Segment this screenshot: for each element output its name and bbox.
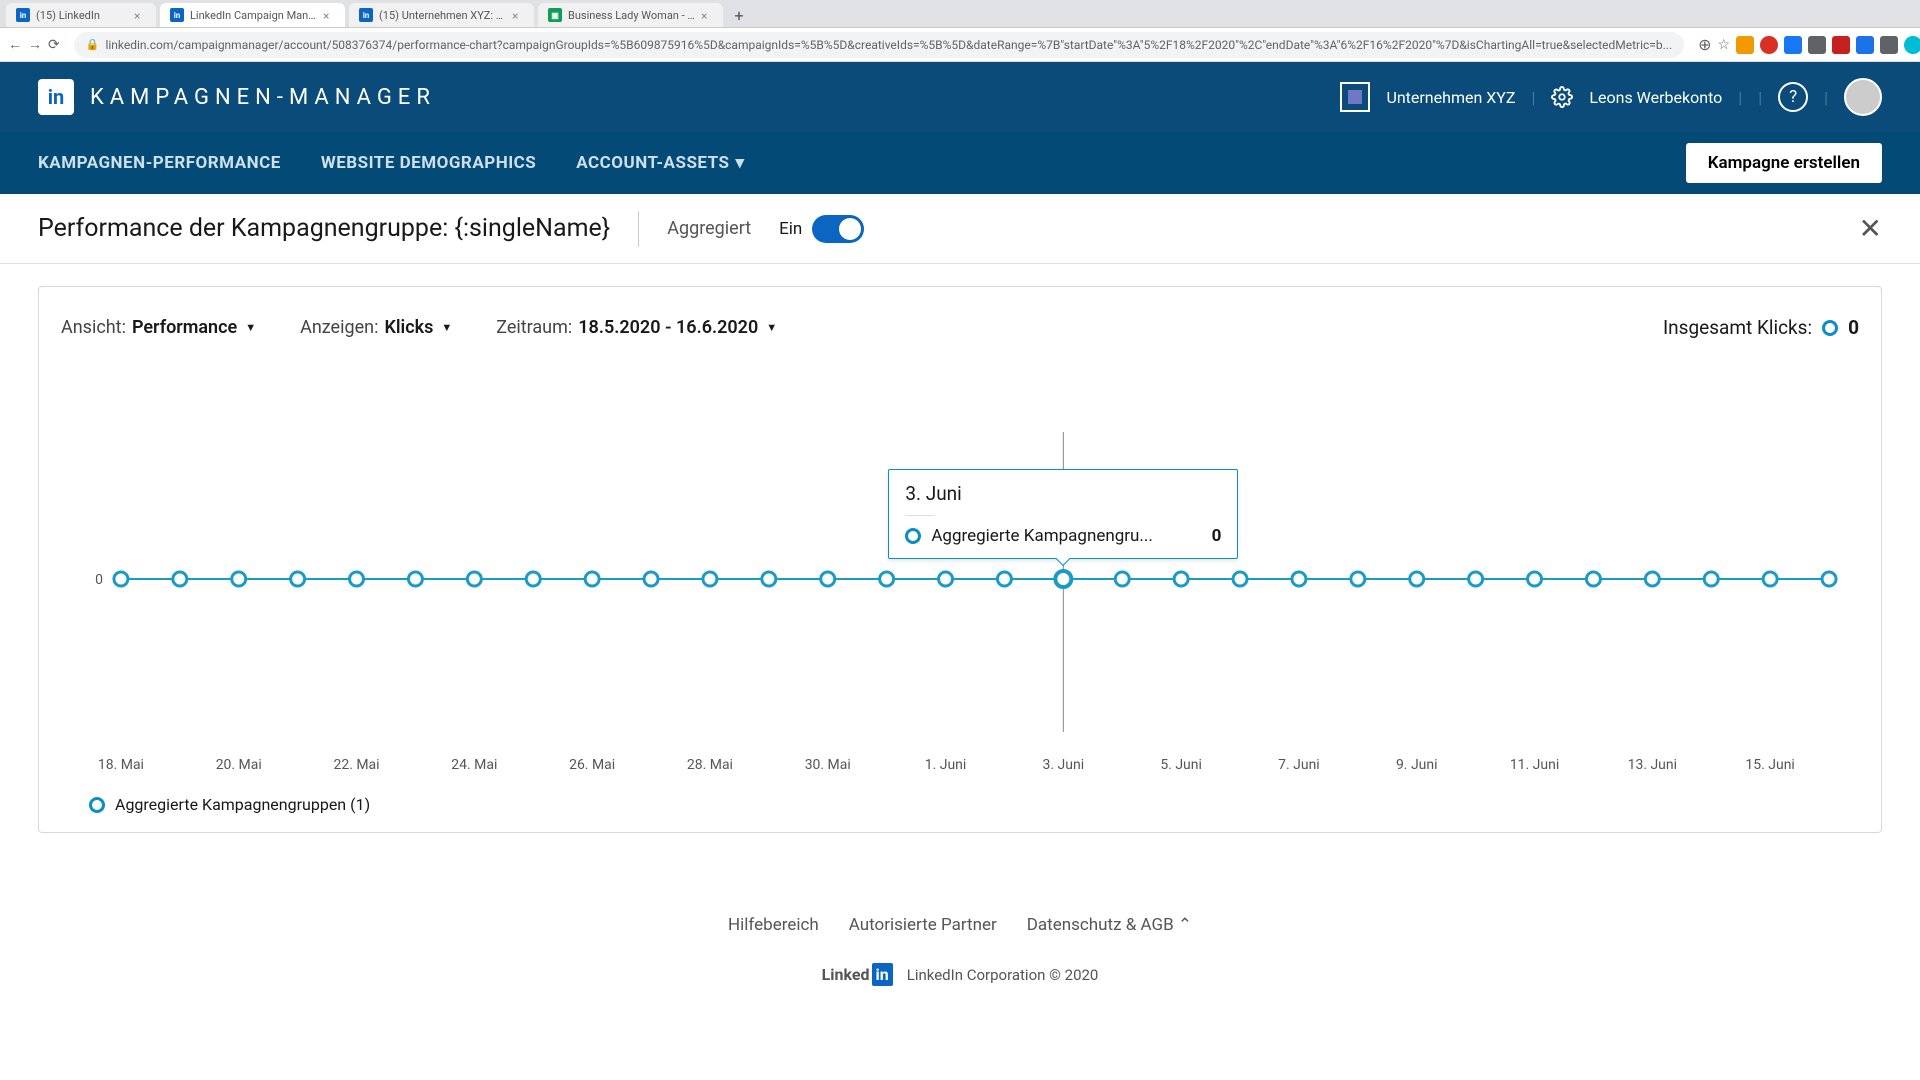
chart-tooltip: 3. Juni Aggregierte Kampagnengru... 0 bbox=[888, 469, 1238, 559]
tooltip-value: 0 bbox=[1212, 526, 1222, 546]
daterange-selector[interactable]: Zeitraum: 18.5.2020 - 16.6.2020 ▼ bbox=[496, 313, 777, 342]
copyright-text: LinkedIn Corporation © 2020 bbox=[907, 966, 1099, 984]
chevron-down-icon: ▾ bbox=[736, 153, 745, 173]
caret-down-icon: ▼ bbox=[766, 321, 777, 334]
page-title: Performance der Kampagnengruppe: {:singl… bbox=[38, 214, 610, 243]
extension-icon[interactable] bbox=[1736, 36, 1754, 54]
tab-close-icon[interactable]: × bbox=[512, 9, 524, 21]
new-tab-button[interactable]: + bbox=[727, 3, 751, 27]
line-chart[interactable]: 0 18. Mai 20. Mai 22. Mai 24. Mai 26. Mai 28. … bbox=[61, 372, 1859, 787]
chart-card: Ansicht: Performance ▼ Anzeigen: Klicks … bbox=[38, 286, 1882, 833]
extension-icons bbox=[1736, 36, 1920, 54]
footer-privacy-link[interactable]: Datenschutz & AGB⌃ bbox=[1027, 915, 1192, 935]
url-text: linkedin.com/campaignmanager/account/508… bbox=[105, 38, 1672, 52]
series-marker-icon bbox=[905, 528, 921, 544]
svg-text:22. Mai: 22. Mai bbox=[333, 757, 379, 773]
svg-text:26. Mai: 26. Mai bbox=[569, 757, 615, 773]
browser-tab[interactable]: in(15) LinkedIn× bbox=[6, 3, 156, 27]
company-name[interactable]: Unternehmen XYZ bbox=[1386, 88, 1515, 107]
tab-close-icon[interactable]: × bbox=[323, 9, 335, 21]
caret-down-icon: ▼ bbox=[441, 321, 452, 334]
browser-tab[interactable]: in(15) Unternehmen XYZ: Admin× bbox=[349, 3, 534, 27]
caret-down-icon: ▼ bbox=[245, 321, 256, 334]
series-marker-icon bbox=[89, 797, 105, 813]
tab-close-icon[interactable]: × bbox=[701, 9, 713, 21]
browser-toolbar: ← → ⟳ 🔒 linkedin.com/campaignmanager/acc… bbox=[0, 28, 1920, 62]
extension-icon[interactable] bbox=[1856, 36, 1874, 54]
help-icon[interactable]: ? bbox=[1778, 82, 1808, 112]
svg-text:15. Juni: 15. Juni bbox=[1745, 757, 1794, 773]
browser-tab[interactable]: ▣Business Lady Woman - Free× bbox=[538, 3, 723, 27]
svg-text:13. Juni: 13. Juni bbox=[1628, 757, 1677, 773]
series-marker-icon bbox=[1822, 320, 1838, 336]
forward-button[interactable]: → bbox=[28, 34, 42, 56]
title-bar: Performance der Kampagnengruppe: {:singl… bbox=[0, 194, 1920, 264]
app-title: KAMPAGNEN-MANAGER bbox=[90, 85, 436, 110]
extension-icon[interactable] bbox=[1832, 36, 1850, 54]
gear-icon[interactable] bbox=[1551, 86, 1573, 108]
svg-text:11. Juni: 11. Juni bbox=[1510, 757, 1559, 773]
svg-text:7. Juni: 7. Juni bbox=[1278, 757, 1320, 773]
svg-text:9. Juni: 9. Juni bbox=[1396, 757, 1438, 773]
secondary-nav: KAMPAGNEN-PERFORMANCE WEBSITE DEMOGRAPHI… bbox=[0, 132, 1920, 194]
browser-tab-strip: in(15) LinkedIn× inLinkedIn Campaign Man… bbox=[0, 0, 1920, 28]
view-selector[interactable]: Ansicht: Performance ▼ bbox=[61, 313, 256, 342]
footer-partners-link[interactable]: Autorisierte Partner bbox=[849, 915, 997, 935]
avatar[interactable] bbox=[1844, 78, 1882, 116]
metric-selector[interactable]: Anzeigen: Klicks ▼ bbox=[300, 313, 452, 342]
chevron-up-icon: ⌃ bbox=[1178, 915, 1192, 935]
svg-text:30. Mai: 30. Mai bbox=[805, 757, 851, 773]
aggregated-label: Aggregiert bbox=[667, 218, 751, 239]
svg-text:5. Juni: 5. Juni bbox=[1160, 757, 1202, 773]
legend-series-name: Aggregierte Kampagnengruppen (1) bbox=[115, 795, 370, 814]
browser-tab[interactable]: inLinkedIn Campaign Manager× bbox=[160, 3, 345, 27]
extension-icon[interactable] bbox=[1880, 36, 1898, 54]
account-name[interactable]: Leons Werbekonto bbox=[1589, 88, 1722, 107]
tooltip-series: Aggregierte Kampagnengru... bbox=[931, 526, 1153, 546]
lock-icon: 🔒 bbox=[86, 38, 100, 51]
svg-text:3. Juni: 3. Juni bbox=[1043, 757, 1085, 773]
svg-text:0: 0 bbox=[95, 572, 103, 588]
address-bar[interactable]: 🔒 linkedin.com/campaignmanager/account/5… bbox=[74, 32, 1684, 58]
nav-website-demographics[interactable]: WEBSITE DEMOGRAPHICS bbox=[321, 153, 536, 173]
tooltip-date: 3. Juni bbox=[905, 482, 1221, 505]
aggregated-toggle[interactable] bbox=[812, 215, 864, 243]
chart-legend: Aggregierte Kampagnengruppen (1) bbox=[61, 795, 1859, 814]
nav-campaign-performance[interactable]: KAMPAGNEN-PERFORMANCE bbox=[38, 153, 281, 173]
extension-icon[interactable] bbox=[1784, 36, 1802, 54]
search-icon[interactable]: ⊕ bbox=[1698, 34, 1711, 56]
extension-icon[interactable] bbox=[1808, 36, 1826, 54]
bookmark-icon[interactable]: ☆ bbox=[1718, 34, 1731, 56]
tab-close-icon[interactable]: × bbox=[134, 9, 146, 21]
reload-button[interactable]: ⟳ bbox=[48, 34, 60, 56]
svg-text:1. Juni: 1. Juni bbox=[925, 757, 967, 773]
nav-account-assets[interactable]: ACCOUNT-ASSETS▾ bbox=[576, 153, 744, 173]
chart-area[interactable]: 0 18. Mai 20. Mai 22. Mai 24. Mai 26. Mai 28. … bbox=[61, 372, 1859, 787]
svg-text:24. Mai: 24. Mai bbox=[451, 757, 497, 773]
linkedin-logo[interactable]: in bbox=[38, 79, 74, 115]
toggle-label: Ein bbox=[779, 219, 802, 239]
extension-icon[interactable] bbox=[1904, 36, 1920, 54]
app-header: in KAMPAGNEN-MANAGER Unternehmen XYZ | L… bbox=[0, 62, 1920, 132]
footer: Hilfebereich Autorisierte Partner Datens… bbox=[0, 855, 1920, 1004]
linkedin-wordmark: Linkedin bbox=[822, 965, 893, 984]
svg-text:20. Mai: 20. Mai bbox=[216, 757, 262, 773]
svg-text:18. Mai: 18. Mai bbox=[98, 757, 144, 773]
close-icon[interactable]: ✕ bbox=[1859, 212, 1882, 245]
back-button[interactable]: ← bbox=[8, 34, 22, 56]
create-campaign-button[interactable]: Kampagne erstellen bbox=[1686, 143, 1882, 183]
footer-help-link[interactable]: Hilfebereich bbox=[728, 915, 819, 935]
extension-icon[interactable] bbox=[1760, 36, 1778, 54]
svg-text:28. Mai: 28. Mai bbox=[687, 757, 733, 773]
company-logo[interactable] bbox=[1340, 82, 1370, 112]
total-metric: Insgesamt Klicks: 0 bbox=[1663, 316, 1859, 339]
